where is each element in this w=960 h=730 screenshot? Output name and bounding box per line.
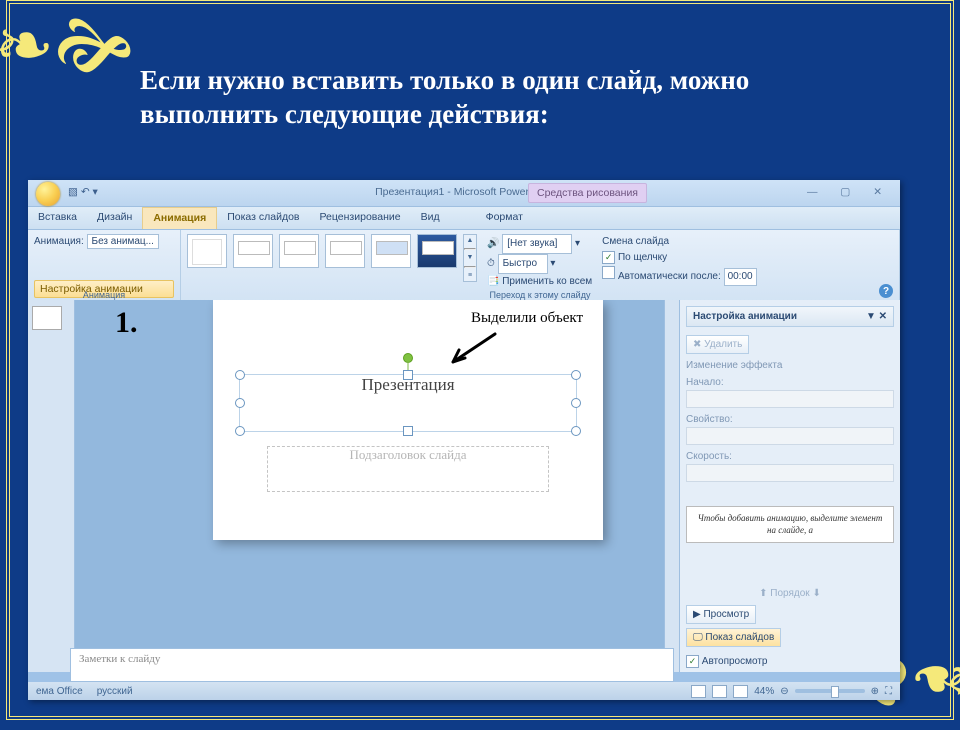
taskpane-header: Настройка анимации ▼ ✕ [686, 306, 894, 327]
work-area: 1. Выделили объект Презента [28, 300, 900, 672]
slide-canvas[interactable]: Выделили объект Презентация [213, 300, 603, 540]
resize-handle[interactable] [571, 370, 581, 380]
zoom-in[interactable]: ⊕ [871, 686, 879, 697]
animation-dropdown[interactable]: Без анимац... [87, 234, 159, 249]
tab-animation[interactable]: Анимация [142, 207, 217, 229]
ribbon: Анимация: Без анимац... Настройка анимац… [28, 230, 900, 303]
annotation-arrow [443, 330, 503, 370]
taskpane-title: Настройка анимации [693, 311, 797, 322]
transition-none[interactable] [187, 234, 227, 268]
delete-animation-button: ✖ Удалить [686, 335, 749, 354]
slide-thumbnail-1[interactable] [32, 306, 62, 330]
office-button[interactable] [36, 182, 60, 206]
contextual-tab-group: Средства рисования [528, 183, 647, 203]
annotation-text: Выделили объект [471, 310, 583, 327]
tab-review[interactable]: Рецензирование [310, 207, 411, 229]
resize-handle[interactable] [235, 370, 245, 380]
zoom-slider[interactable] [795, 689, 865, 693]
transition-5[interactable] [417, 234, 457, 268]
group-label-animation: Анимация [28, 290, 180, 300]
resize-handle[interactable] [571, 426, 581, 436]
normal-view-button[interactable] [691, 685, 706, 698]
auto-after-spinner[interactable]: 00:00 [724, 268, 757, 286]
speed-label: Скорость: [686, 451, 732, 462]
resize-handle[interactable] [403, 370, 413, 380]
slide-panel[interactable] [28, 300, 75, 672]
powerpoint-window: ▧ ↶ ▾ Презентация1 - Microsoft PowerPoin… [28, 180, 900, 700]
fit-button[interactable]: ⛶ [885, 686, 892, 697]
notes-pane[interactable]: Заметки к слайду [70, 648, 674, 682]
sorter-view-button[interactable] [712, 685, 727, 698]
resize-handle[interactable] [571, 398, 581, 408]
status-theme: ема Office [36, 686, 83, 697]
property-select [686, 427, 894, 445]
group-label-transition: Переход к этому слайду [181, 290, 899, 300]
transition-gallery[interactable]: ▲▼≡ [187, 234, 477, 282]
transition-3[interactable] [325, 234, 365, 268]
sound-dropdown[interactable]: [Нет звука] [502, 234, 572, 254]
window-title: Презентация1 - Microsoft PowerPoint [375, 186, 553, 198]
apply-all-button[interactable]: Применить ко всем [502, 276, 592, 287]
autopreview-checkbox[interactable]: ✓ [686, 655, 699, 668]
title-bar: ▧ ↶ ▾ Презентация1 - Microsoft PowerPoin… [28, 180, 900, 207]
help-icon[interactable]: ? [879, 284, 893, 298]
status-lang: русский [97, 686, 133, 697]
quick-access-toolbar[interactable]: ▧ ↶ ▾ [68, 186, 98, 198]
tab-slideshow[interactable]: Показ слайдов [217, 207, 309, 229]
start-select [686, 390, 894, 408]
advance-label: Смена слайда [602, 234, 756, 250]
slide-canvas-area: 1. Выделили объект Презента [75, 300, 664, 672]
tab-view[interactable]: Вид [411, 207, 450, 229]
resize-handle[interactable] [235, 398, 245, 408]
gallery-more[interactable]: ▲▼≡ [463, 234, 477, 282]
slideshow-view-button[interactable] [733, 685, 748, 698]
tab-design[interactable]: Дизайн [87, 207, 142, 229]
window-buttons[interactable]: — ▢ ✕ [807, 186, 892, 198]
vertical-scrollbar[interactable] [664, 300, 679, 672]
zoom-value: 44% [754, 686, 774, 697]
animation-label: Анимация: [34, 236, 84, 247]
tab-insert[interactable]: Вставка [28, 207, 87, 229]
ribbon-tabs: Вставка Дизайн Анимация Показ слайдов Ре… [28, 207, 900, 230]
tab-format[interactable]: Формат [476, 207, 533, 229]
property-label: Свойство: [686, 414, 733, 425]
group-transition: ▲▼≡ 🔊 [Нет звука] ▾ ⏱ Быстро ▾ 📑 Примени… [181, 230, 900, 302]
step-number: 1. [115, 306, 138, 340]
zoom-out[interactable]: ⊖ [780, 686, 788, 697]
taskpane-controls[interactable]: ▼ ✕ [866, 311, 887, 322]
transition-options: 🔊 [Нет звука] ▾ ⏱ Быстро ▾ 📑 Применить к… [487, 234, 592, 282]
change-effect-label: Изменение эффекта [686, 360, 894, 371]
status-bar: ема Office русский 44% ⊖ ⊕ ⛶ [28, 682, 900, 700]
advance-slide-options: Смена слайда ✓ По щелчку Автоматически п… [602, 234, 756, 282]
taskpane-hint: Чтобы добавить анимацию, выделите элемен… [686, 506, 894, 543]
resize-handle[interactable] [403, 426, 413, 436]
on-click-checkbox[interactable]: ✓ [602, 251, 615, 264]
transition-4[interactable] [371, 234, 411, 268]
slide-heading: Если нужно вставить только в один слайд,… [140, 64, 880, 132]
selected-title-box[interactable]: Презентация [239, 374, 577, 432]
speed-dropdown[interactable]: Быстро [498, 254, 548, 274]
preview-button[interactable]: ▶ Просмотр [686, 605, 756, 624]
speed-select [686, 464, 894, 482]
slideshow-button[interactable]: 🖵 Показ слайдов [686, 628, 781, 647]
resize-handle[interactable] [235, 426, 245, 436]
transition-1[interactable] [233, 234, 273, 268]
transition-2[interactable] [279, 234, 319, 268]
auto-after-checkbox[interactable] [602, 266, 615, 279]
subtitle-placeholder[interactable]: Подзаголовок слайда [267, 446, 549, 492]
animation-taskpane: Настройка анимации ▼ ✕ ✖ Удалить Изменен… [679, 300, 900, 672]
group-animation: Анимация: Без анимац... Настройка анимац… [28, 230, 181, 302]
start-label: Начало: [686, 377, 724, 388]
